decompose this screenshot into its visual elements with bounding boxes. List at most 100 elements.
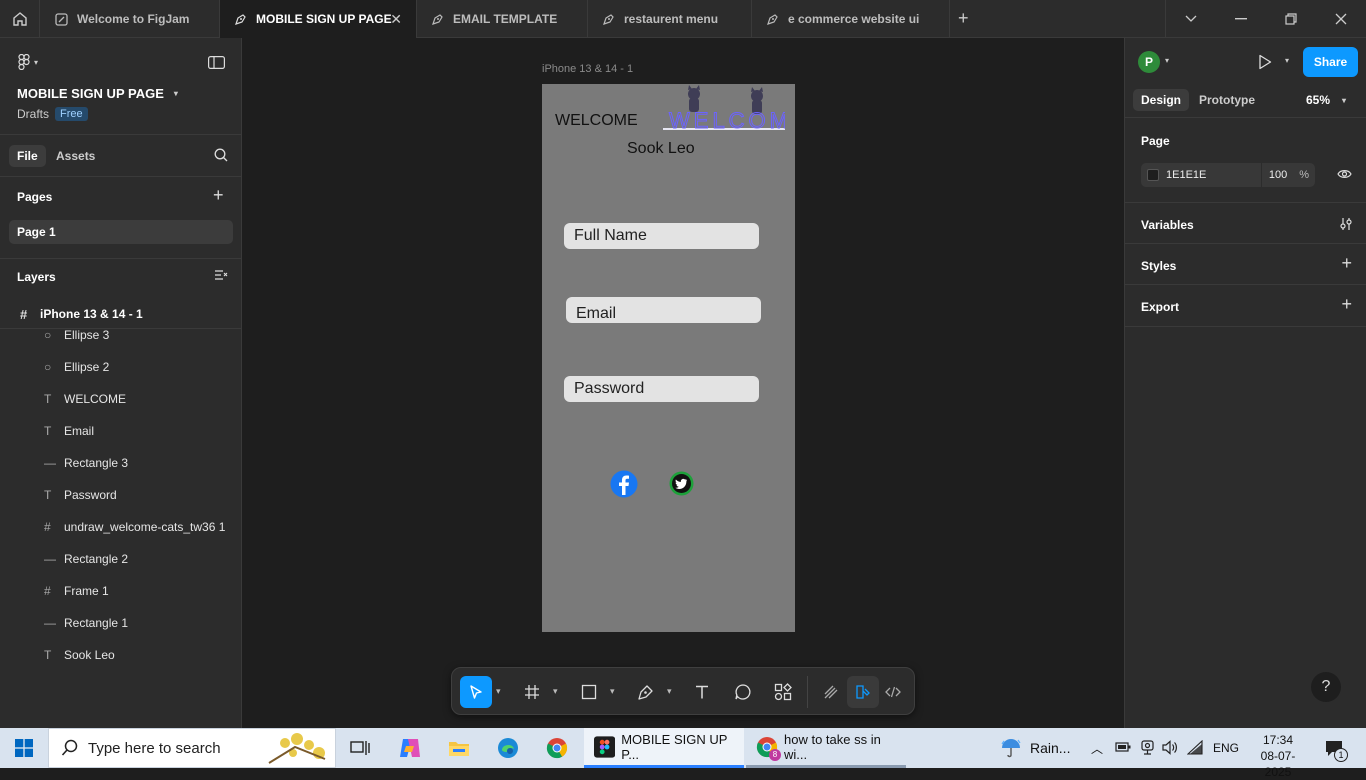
facebook-icon[interactable] <box>610 470 638 501</box>
chevron-down-icon[interactable]: ▾ <box>1165 56 1169 65</box>
close-window-icon[interactable] <box>1316 0 1366 38</box>
taskbar-search[interactable]: Type here to search <box>48 728 336 768</box>
add-page-icon[interactable]: + <box>213 185 224 206</box>
wifi-icon[interactable] <box>1186 739 1203 758</box>
canvas[interactable]: iPhone 13 & 14 - 1 WELCOME WELCOME Sook … <box>242 38 1124 728</box>
tab-welcome-figjam[interactable]: Welcome to FigJam <box>41 0 220 38</box>
comment-tool-button[interactable] <box>727 676 759 708</box>
tab-mobile-sign-up-page[interactable]: MOBILE SIGN UP PAGE ✕ <box>220 0 417 38</box>
full-name-field[interactable]: Full Name <box>564 223 759 249</box>
chevron-down-icon[interactable]: ▾ <box>553 686 558 697</box>
tab-email-template[interactable]: EMAIL TEMPLATE <box>417 0 588 38</box>
chrome-icon[interactable] <box>535 728 579 768</box>
avatar[interactable]: P <box>1138 51 1160 73</box>
restore-icon[interactable] <box>1266 0 1316 38</box>
layer-row[interactable]: — Rectangle 1 <box>0 607 241 639</box>
minimize-icon[interactable] <box>1216 0 1266 38</box>
chevron-up-icon[interactable]: ︿ <box>1091 740 1103 757</box>
search-icon[interactable] <box>214 148 228 165</box>
layer-row[interactable]: # undraw_welcome-cats_tw36 1 <box>0 511 241 543</box>
layer-row[interactable]: T Email <box>0 415 241 447</box>
name-text[interactable]: Sook Leo <box>627 140 695 158</box>
layer-row[interactable]: — Rectangle 2 <box>0 543 241 575</box>
color-hex[interactable]: 1E1E1E <box>1166 169 1206 181</box>
layer-name: Sook Leo <box>64 648 115 662</box>
pen-tool-button[interactable] <box>630 676 662 708</box>
shape-tool-button[interactable] <box>573 676 605 708</box>
notifications-icon[interactable]: 1 <box>1324 738 1348 762</box>
tab-assets[interactable]: Assets <box>56 149 95 163</box>
copilot-icon[interactable] <box>388 728 432 768</box>
volume-icon[interactable] <box>1162 740 1178 758</box>
design-mode-button[interactable] <box>847 676 879 708</box>
styles-heading: Styles <box>1141 259 1177 273</box>
new-tab-icon[interactable]: + <box>958 8 969 29</box>
resources-tool-button[interactable] <box>767 676 799 708</box>
taskbar-figma-window[interactable]: MOBILE SIGN UP P... <box>584 728 744 768</box>
windows-start-icon[interactable] <box>2 728 46 768</box>
home-button[interactable] <box>0 0 40 38</box>
help-button[interactable]: ? <box>1311 672 1341 702</box>
tab-file[interactable]: File <box>9 145 46 167</box>
variables-settings-icon[interactable] <box>1339 217 1353 234</box>
eye-icon[interactable] <box>1337 168 1352 183</box>
chevron-down-icon[interactable]: ▾ <box>610 686 615 697</box>
tab-restaurent-menu[interactable]: restaurent menu <box>588 0 752 38</box>
move-tool-button[interactable] <box>460 676 492 708</box>
password-field[interactable]: Password <box>564 376 759 402</box>
edge-icon[interactable] <box>486 728 530 768</box>
file-title[interactable]: MOBILE SIGN UP PAGE ▾ <box>17 86 178 101</box>
page-color-field[interactable]: 1E1E1E 100 % <box>1141 163 1315 187</box>
present-icon[interactable] <box>1258 54 1272 73</box>
layer-type-icon: T <box>44 392 52 406</box>
chevron-down-icon[interactable]: ▾ <box>667 686 672 697</box>
page-item-page-1[interactable]: Page 1 <box>9 220 233 244</box>
share-button[interactable]: Share <box>1303 47 1358 77</box>
close-tab-icon[interactable]: ✕ <box>390 11 402 28</box>
chevron-down-icon[interactable]: ▾ <box>1285 56 1289 65</box>
drafts-label[interactable]: Drafts <box>17 107 49 121</box>
color-swatch[interactable] <box>1147 169 1159 181</box>
meet-now-icon[interactable] <box>1140 740 1155 758</box>
add-style-icon[interactable]: + <box>1341 253 1352 274</box>
main-menu-button[interactable]: ▾ <box>18 54 38 70</box>
dev-mode-button[interactable] <box>877 676 909 708</box>
opacity-value[interactable]: 100 <box>1269 169 1287 181</box>
battery-icon[interactable] <box>1115 741 1131 756</box>
collapse-layers-icon[interactable] <box>214 269 228 284</box>
chrome-badge: 8 <box>769 748 781 761</box>
email-field[interactable]: Email <box>566 297 761 323</box>
welcome-text[interactable]: WELCOME <box>555 112 638 130</box>
draw-mode-button[interactable] <box>815 676 847 708</box>
layer-row[interactable]: # Frame 1 <box>0 575 241 607</box>
language-indicator[interactable]: ENG <box>1213 741 1239 755</box>
layer-row[interactable]: T Password <box>0 479 241 511</box>
weather-widget[interactable]: Rain... <box>1000 728 1070 768</box>
tab-e-commerce[interactable]: e commerce website ui <box>752 0 950 38</box>
file-explorer-icon[interactable] <box>437 728 481 768</box>
layer-row[interactable]: ○ Ellipse 3 <box>0 319 241 351</box>
add-export-icon[interactable]: + <box>1341 294 1352 315</box>
task-view-icon[interactable] <box>338 728 382 768</box>
chevron-down-icon[interactable]: ▾ <box>496 686 501 697</box>
layer-row[interactable]: T Sook Leo <box>0 639 241 671</box>
plan-badge: Free <box>55 107 88 121</box>
text-tool-button[interactable] <box>686 676 718 708</box>
taskbar-chrome-window[interactable]: 8 how to take ss in wi... <box>746 728 906 768</box>
toggle-sidebar-icon[interactable] <box>208 56 226 72</box>
welcome-cats-illustration[interactable]: WELCOME <box>663 84 807 134</box>
frame-tool-button[interactable] <box>516 676 548 708</box>
layer-row[interactable]: T WELCOME <box>0 383 241 415</box>
tab-prototype[interactable]: Prototype <box>1199 93 1255 107</box>
layer-row[interactable]: ○ Ellipse 2 <box>0 351 241 383</box>
zoom-control[interactable]: 65% ▾ <box>1306 93 1346 107</box>
iphone-frame[interactable]: WELCOME WELCOME Sook Leo Full Name Email… <box>542 84 807 632</box>
twitter-icon[interactable] <box>669 471 694 499</box>
tab-design[interactable]: Design <box>1133 89 1190 111</box>
layer-name: Email <box>64 424 95 438</box>
frame-label[interactable]: iPhone 13 & 14 - 1 <box>542 63 633 75</box>
tabs-dropdown-icon[interactable] <box>1166 0 1216 38</box>
layer-row[interactable]: — Rectangle 3 <box>0 447 241 479</box>
clock[interactable]: 17:34 08-07-2025 <box>1250 732 1306 780</box>
resources-icon <box>774 683 792 701</box>
